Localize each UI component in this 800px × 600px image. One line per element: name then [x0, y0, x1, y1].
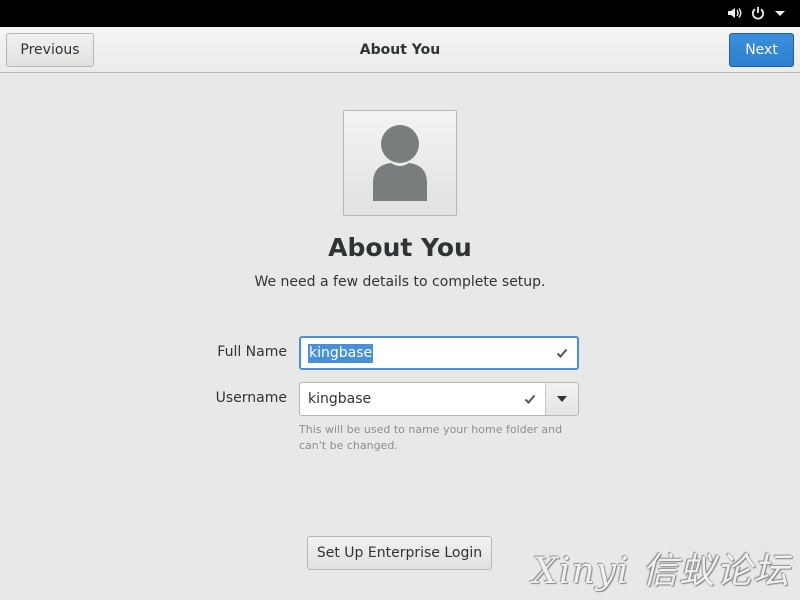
full-name-label: Full Name [217, 344, 287, 360]
header-title: About You [359, 42, 441, 58]
username-value[interactable]: kingbase [308, 383, 371, 415]
full-name-value: kingbase [308, 344, 374, 363]
user-avatar-icon [373, 125, 427, 201]
checkmark-icon [556, 348, 568, 358]
username-dropdown-button[interactable] [546, 383, 578, 415]
avatar-button[interactable] [343, 110, 457, 216]
page-subtitle: We need a few details to complete setup. [254, 274, 546, 290]
volume-icon[interactable] [726, 5, 742, 21]
checkmark-icon [524, 394, 536, 404]
enterprise-login-button[interactable]: Set Up Enterprise Login [307, 536, 492, 570]
username-hint: This will be used to name your home fold… [299, 423, 563, 452]
page-title: About You [328, 233, 472, 262]
username-combo[interactable]: kingbase [299, 382, 579, 416]
previous-button[interactable]: Previous [6, 33, 94, 67]
top-bar [0, 0, 800, 27]
header-bar: About You Previous Next [0, 27, 800, 73]
menu-arrow-icon[interactable] [774, 7, 786, 19]
chevron-down-icon [557, 396, 567, 402]
full-name-input[interactable]: kingbase [299, 336, 579, 370]
system-tray[interactable] [726, 5, 786, 21]
watermark: Xinyi 信蚁论坛 [532, 551, 790, 592]
power-icon[interactable] [750, 5, 766, 21]
username-label: Username [215, 390, 287, 406]
next-button[interactable]: Next [729, 33, 794, 67]
